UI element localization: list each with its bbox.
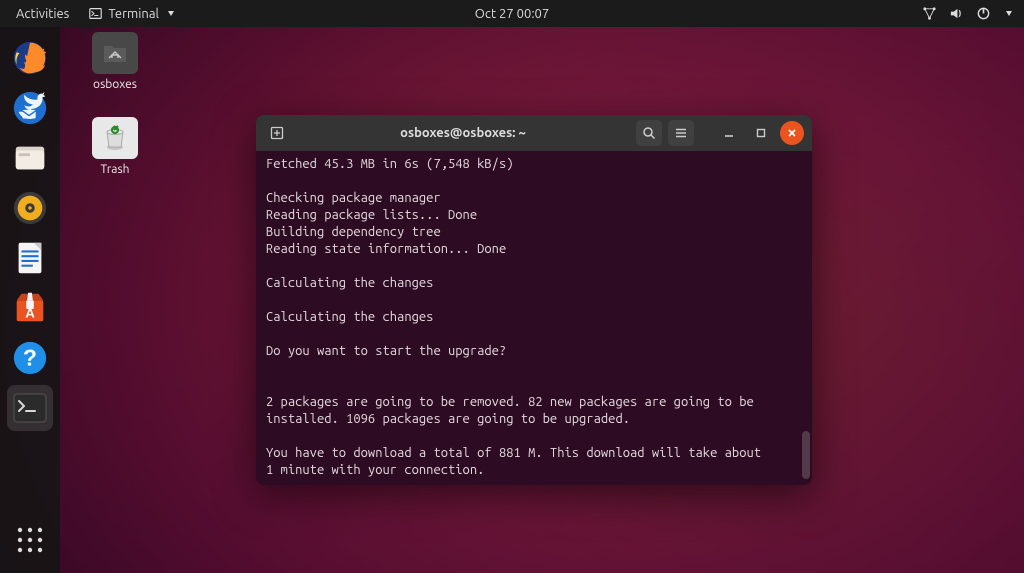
svg-text:A: A [25,306,35,321]
svg-text:?: ? [23,345,37,371]
terminal-titlebar[interactable]: osboxes@osboxes: ~ [256,115,812,151]
new-tab-button[interactable] [264,120,290,146]
current-app-label: Terminal [108,7,159,21]
chevron-down-icon [168,11,174,16]
dock-rhythmbox[interactable] [7,185,53,231]
show-applications-button[interactable] [7,517,53,563]
dock-thunderbird[interactable] [7,85,53,131]
apps-grid-icon [15,525,45,555]
dock-help[interactable]: ? [7,335,53,381]
volume-icon[interactable] [949,6,964,21]
system-chevron-icon [1006,11,1012,16]
home-folder-icon [103,42,127,64]
desktop-icon-trash[interactable]: Trash [75,117,155,176]
dock-files[interactable] [7,135,53,181]
desktop-icon-label: osboxes [93,78,137,91]
close-button[interactable] [780,121,804,145]
search-icon [642,126,656,140]
terminal-scrollbar[interactable] [802,431,810,479]
top-bar: Activities Terminal Oct 27 00:07 [0,0,1024,27]
terminal-body[interactable]: Fetched 45.3 MB in 6s (7,548 kB/s) Check… [256,151,812,485]
terminal-title: osboxes@osboxes: ~ [296,126,630,140]
power-icon[interactable] [976,6,991,21]
terminal-icon [89,7,102,20]
close-icon [786,127,798,139]
search-button[interactable] [636,120,662,146]
dock-terminal[interactable] [7,385,53,431]
dock-writer[interactable] [7,235,53,281]
dock-firefox[interactable] [7,35,53,81]
terminal-window: osboxes@osboxes: ~ Fetched 45.3 MB in 6s… [256,115,812,485]
desktop-icon-home[interactable]: osboxes [75,32,155,91]
minimize-button[interactable] [716,120,742,146]
hamburger-icon [674,126,688,140]
dock: A ? [0,27,60,573]
maximize-button[interactable] [748,120,774,146]
current-app-menu[interactable]: Terminal [83,4,180,24]
dock-software[interactable]: A [7,285,53,331]
datetime-menu[interactable]: Oct 27 00:07 [469,4,555,24]
desktop[interactable]: osboxes Trash osboxes@osboxes: ~ Fetched… [0,27,1024,573]
activities-button[interactable]: Activities [10,4,75,24]
trash-icon [100,124,130,152]
network-icon[interactable] [922,6,937,21]
hamburger-menu-button[interactable] [668,120,694,146]
desktop-icon-label: Trash [100,163,129,176]
